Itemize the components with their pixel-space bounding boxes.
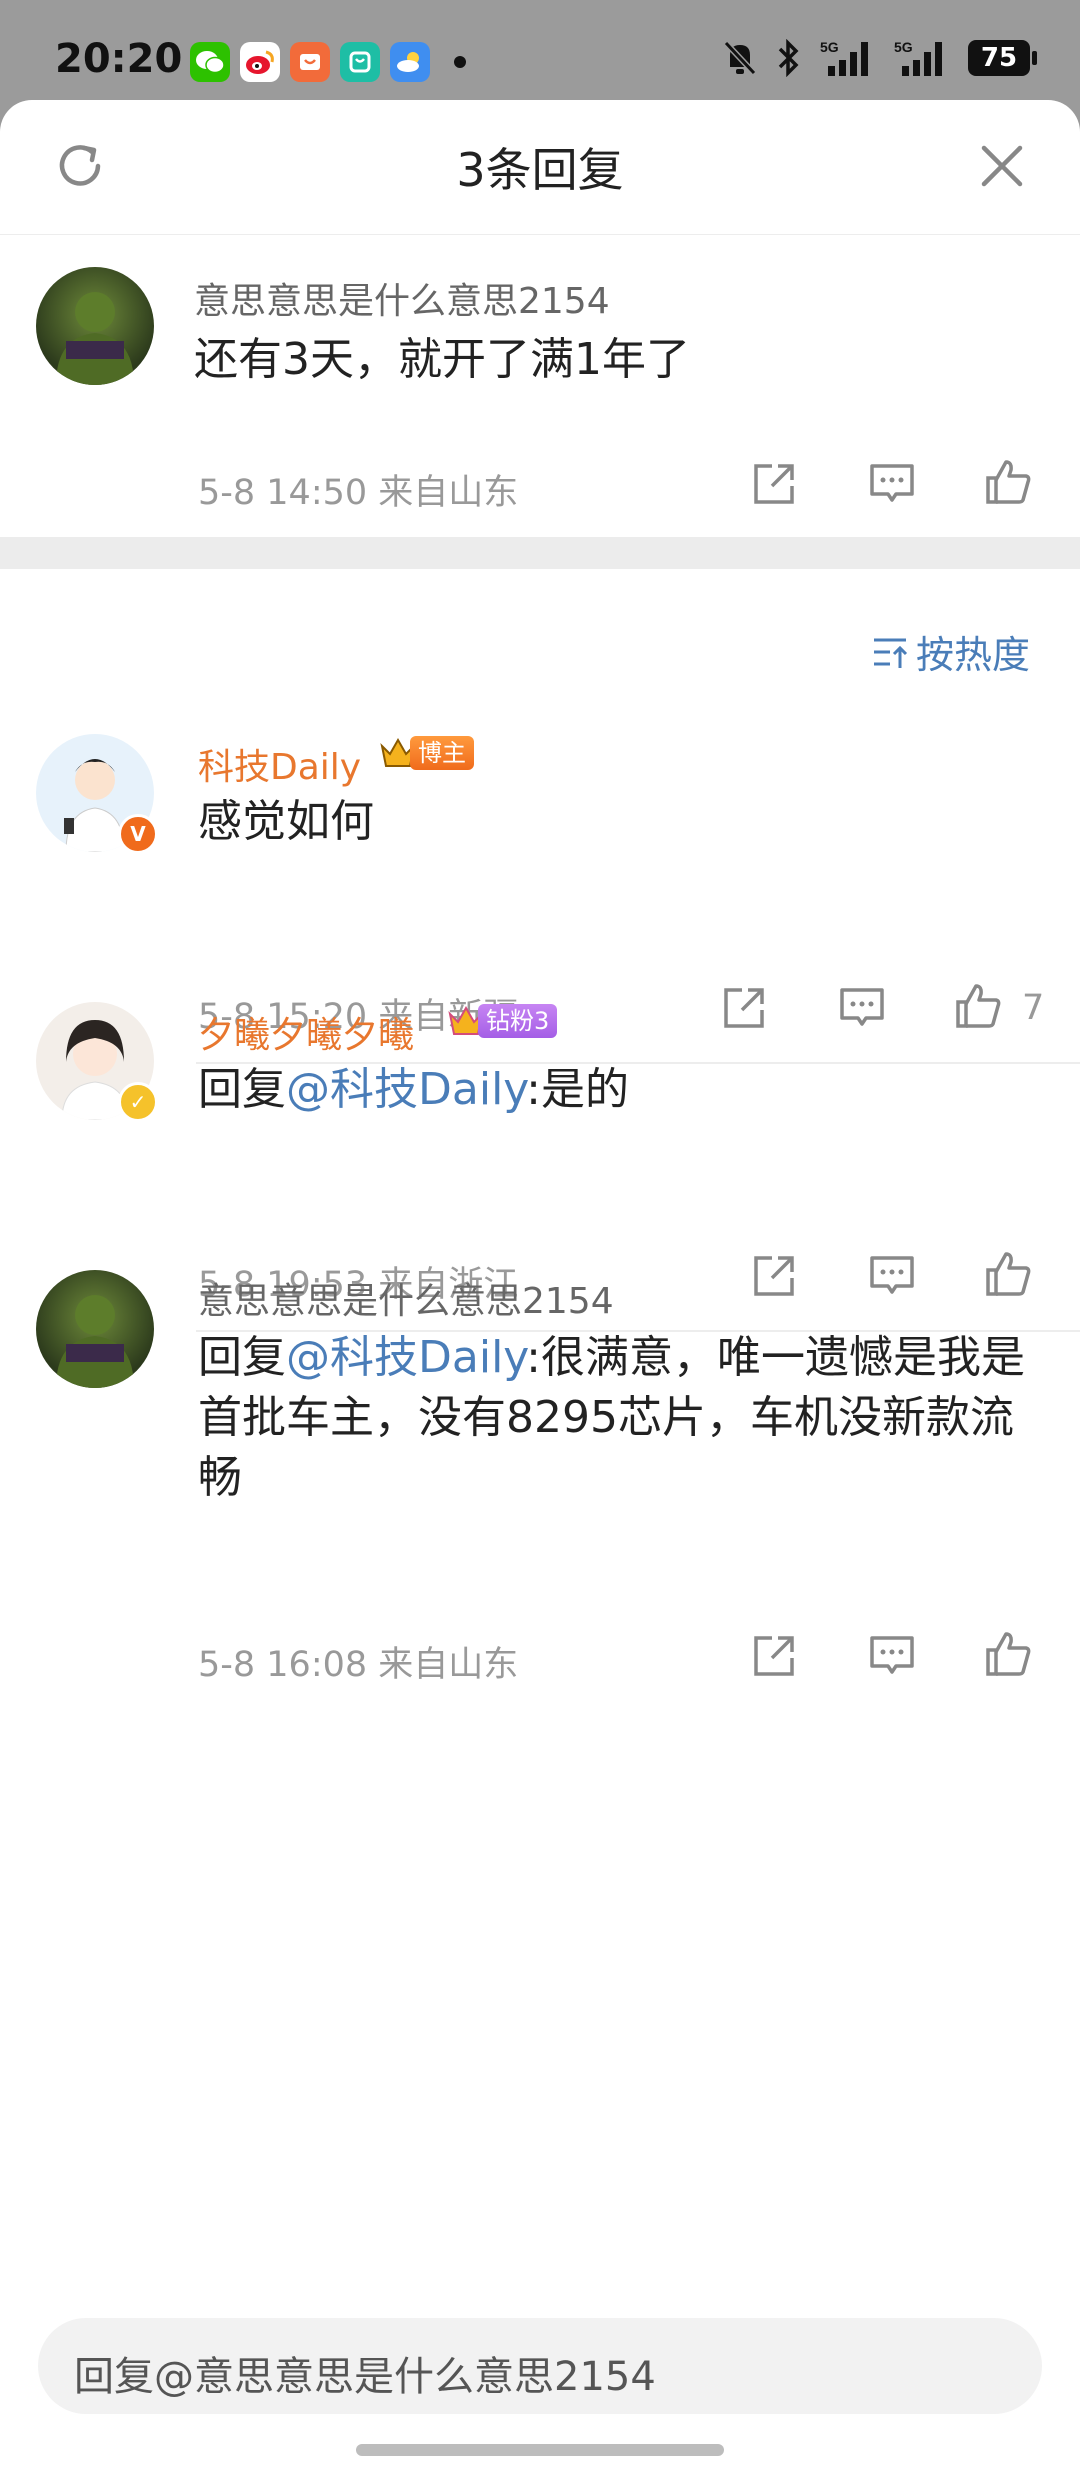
- status-indicators: 5G 5G 75: [722, 38, 1037, 78]
- comment-icon[interactable]: [868, 1252, 916, 1300]
- comment-icon[interactable]: [868, 1632, 916, 1680]
- reply-text: :是的: [526, 1064, 629, 1115]
- comment-content: 还有3天，就开了满1年了: [194, 334, 690, 385]
- sort-icon: [873, 638, 908, 668]
- reply-meta: 5-8 16:08 来自山东: [198, 1645, 519, 1685]
- avatar[interactable]: [36, 267, 154, 385]
- reply-prefix: 回复: [198, 1332, 286, 1383]
- avatar[interactable]: [36, 1270, 154, 1388]
- wechat-icon: [190, 42, 230, 82]
- signal-5g-icon-2: 5G: [894, 39, 942, 76]
- mention-link[interactable]: @科技Daily: [286, 1332, 526, 1383]
- reply-input-placeholder: 回复@意思意思是什么意思2154: [74, 2354, 656, 2400]
- page-title: 3条回复: [456, 143, 624, 197]
- like-icon[interactable]: [984, 458, 1032, 506]
- section-divider: [0, 537, 1080, 569]
- like-icon[interactable]: [984, 1250, 1032, 1298]
- weibo-icon: [240, 42, 280, 82]
- blogger-tag: 博主: [410, 736, 474, 770]
- status-time: 20:20: [55, 36, 183, 82]
- fan-badge: 钻粉3: [446, 1002, 558, 1040]
- weather-icon: [390, 42, 430, 82]
- reply-content: 感觉如何: [198, 796, 374, 847]
- bluetooth-icon: [778, 39, 799, 77]
- verified-badge: ✓: [118, 1082, 158, 1122]
- svg-text:5G: 5G: [894, 39, 913, 55]
- taobao-icon: [290, 42, 330, 82]
- comment-icon[interactable]: [838, 984, 886, 1032]
- blogger-badge: 博主: [378, 734, 474, 772]
- verified-badge: V: [118, 814, 158, 854]
- share-icon[interactable]: [750, 460, 798, 508]
- sort-toggle[interactable]: 按热度: [870, 624, 1030, 679]
- like-icon[interactable]: [984, 1630, 1032, 1678]
- sort-label: 按热度: [915, 633, 1030, 677]
- comment-username[interactable]: 意思意思是什么意思2154: [194, 272, 610, 324]
- reply-content: 回复@科技Daily:很满意，唯一遗憾是我是首批车主，没有8295芯片，车机没新…: [198, 1328, 1028, 1508]
- share-icon[interactable]: [750, 1252, 798, 1300]
- close-icon[interactable]: [974, 138, 1030, 194]
- status-app-icons: [190, 42, 466, 82]
- svg-text:5G: 5G: [820, 39, 839, 55]
- notification-dot: [454, 56, 466, 68]
- sheet-header: 3条回复: [0, 100, 1080, 235]
- reply-input[interactable]: 回复@意思意思是什么意思2154: [38, 2318, 1042, 2414]
- like-icon[interactable]: [954, 982, 1002, 1030]
- share-icon[interactable]: [750, 1632, 798, 1680]
- reply-username[interactable]: 意思意思是什么意思2154: [198, 1272, 614, 1324]
- fan-tag: 钻粉3: [478, 1004, 558, 1038]
- comment-icon[interactable]: [868, 460, 916, 508]
- replies-sheet: 3条回复 意思意思是什么意思2154 还有3天，就开了满1年了 5-8 14:5…: [0, 100, 1080, 2478]
- mi-home-icon: [340, 42, 380, 82]
- mute-bell-icon: [723, 40, 757, 76]
- signal-5g-icon-1: 5G: [820, 39, 868, 76]
- share-icon[interactable]: [720, 984, 768, 1032]
- mention-link[interactable]: @科技Daily: [286, 1064, 526, 1115]
- like-count: 7: [1022, 988, 1045, 1028]
- reply-content: 回复@科技Daily:是的: [198, 1060, 629, 1120]
- home-indicator[interactable]: [356, 2444, 724, 2456]
- battery-indicator: 75: [968, 40, 1037, 76]
- reply-prefix: 回复: [198, 1064, 286, 1115]
- comment-meta: 5-8 14:50 来自山东: [198, 473, 519, 513]
- reply-username[interactable]: 夕曦夕曦夕曦: [198, 1006, 414, 1058]
- reply-username[interactable]: 科技Daily: [198, 738, 361, 790]
- status-bar: 20:20 5G 5G 75: [0, 0, 1080, 110]
